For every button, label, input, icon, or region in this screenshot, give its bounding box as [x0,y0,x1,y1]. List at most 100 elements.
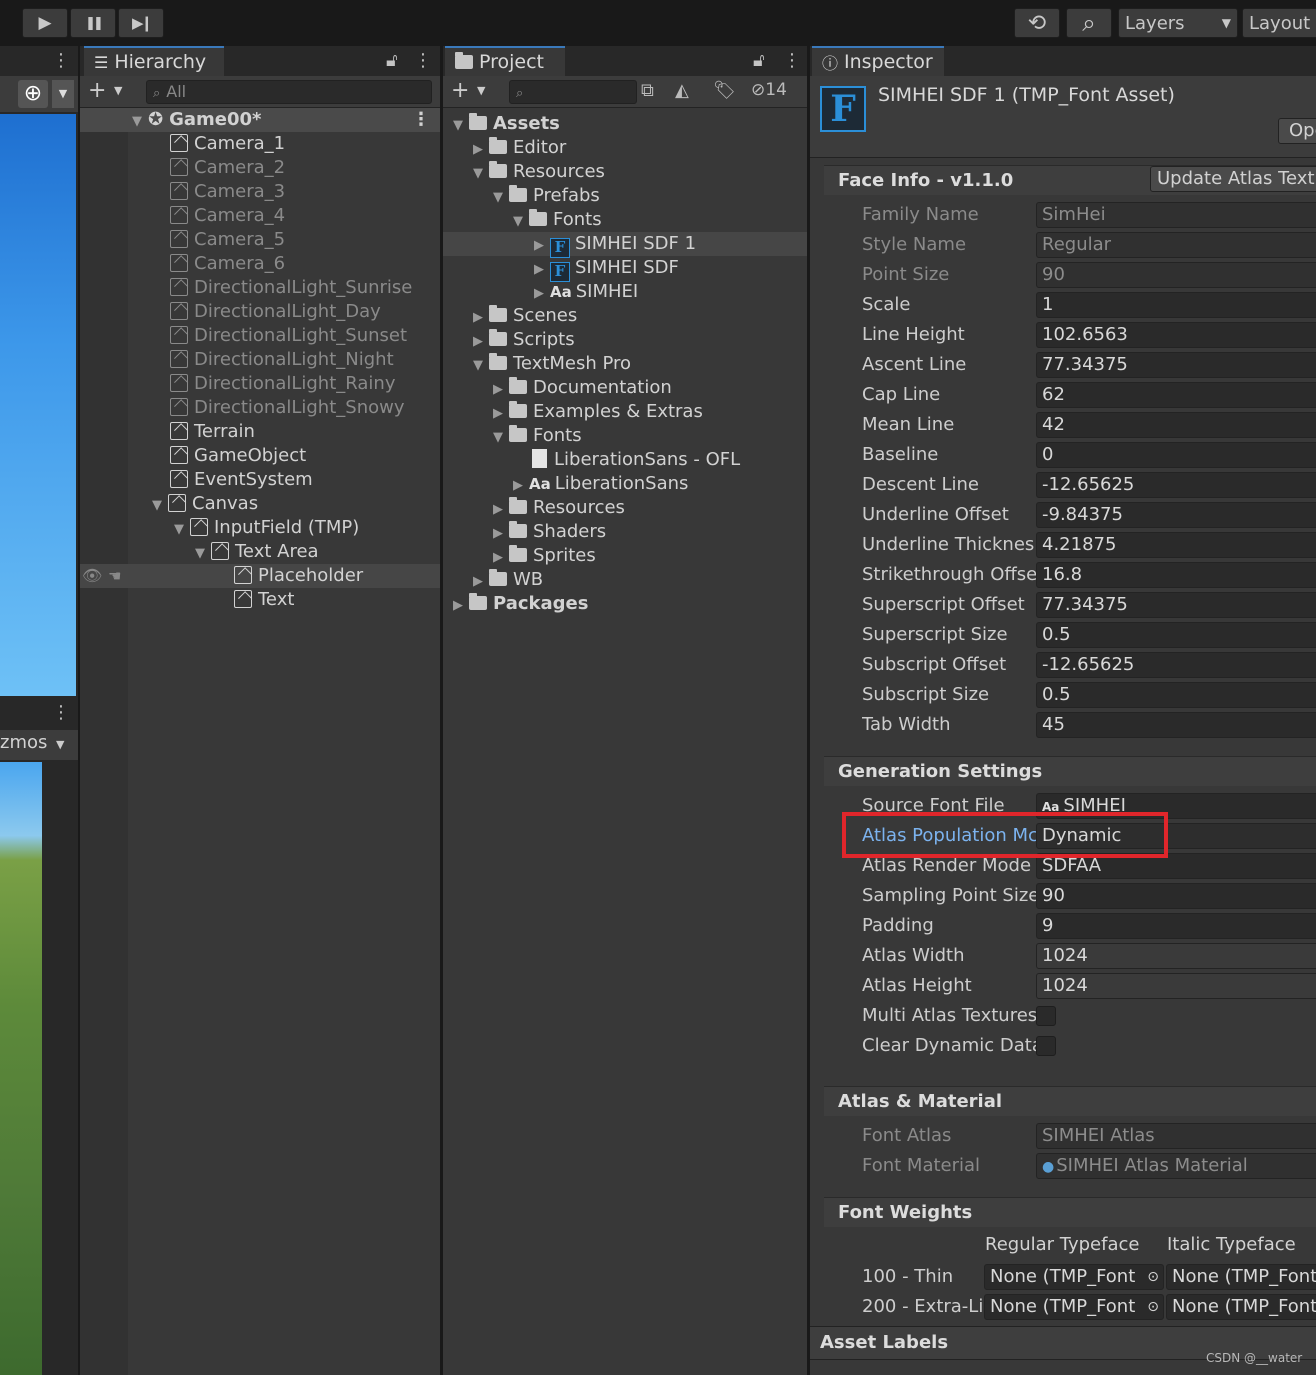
object-picker-icon[interactable]: ⊙ [1147,1295,1159,1319]
more-icon[interactable]: ⋮ [783,50,801,71]
filter-type-icon[interactable]: ◭ [675,80,689,101]
list-item[interactable]: ▼ Fonts [491,424,582,448]
chevron-down-icon[interactable]: ▼ [56,738,64,751]
layers-dropdown[interactable]: Layers ▼ [1118,8,1238,38]
list-item[interactable]: ▶ F SIMHEI SDF [532,256,679,282]
hidden-packages-button[interactable]: ⊘14 [751,80,787,100]
list-item[interactable]: ▼ Assets [451,112,560,136]
sampling-point-size-field[interactable]: 90 [1036,883,1316,909]
tab-hierarchy[interactable]: ☰ Hierarchy [84,46,224,76]
list-item[interactable]: ▶ Shaders [491,520,606,544]
regular-200-field[interactable]: None (TMP_Font ⊙ [984,1294,1164,1320]
gizmos-label[interactable]: zmos [0,732,47,753]
descent-line-field[interactable]: -12.65625 [1036,472,1316,498]
list-item[interactable]: ▶ Aa SIMHEI [532,280,638,304]
hierarchy-search-input[interactable]: ⌕ All [146,80,432,104]
list-item[interactable]: ▶ Scripts [471,328,575,352]
chevron-down-icon[interactable]: ▼ [114,84,122,97]
list-item[interactable]: 👁︎ ☚ Placeholder [80,564,440,588]
superscript-offset-field[interactable]: 77.34375 [1036,592,1316,618]
list-item[interactable]: Terrain [170,420,255,444]
multi-atlas-textures-checkbox[interactable] [1036,1006,1056,1026]
list-item[interactable]: DirectionalLight_Rainy [170,372,395,396]
ascent-line-field[interactable]: 77.34375 [1036,352,1316,378]
list-item[interactable]: Text [234,588,294,612]
add-icon[interactable]: + [88,78,106,103]
add-icon[interactable]: + [451,78,469,103]
open-button[interactable]: Ope [1278,118,1316,144]
game-viewport[interactable] [0,762,42,1375]
undo-history-button[interactable]: ⟲ [1014,8,1060,38]
list-item[interactable]: GameObject [170,444,306,468]
underline-thickness-field[interactable]: 4.21875 [1036,532,1316,558]
tab-project[interactable]: Project [445,46,565,76]
list-item[interactable]: ▼ Resources [471,160,605,184]
italic-100-field[interactable]: None (TMP_Font [1166,1264,1316,1290]
update-atlas-texture-button[interactable]: Update Atlas Textu [1150,166,1316,192]
padding-field[interactable]: 9 [1036,913,1316,939]
italic-200-field[interactable]: None (TMP_Font [1166,1294,1316,1320]
search-by-type-icon[interactable]: ⧉ [641,80,654,101]
list-item[interactable]: ▼ Canvas [150,492,258,516]
list-item[interactable]: Camera_5 [170,228,285,252]
chevron-down-icon[interactable]: ▼ [477,84,485,97]
list-item[interactable]: DirectionalLight_Sunset [170,324,407,348]
list-item[interactable]: ▶ Documentation [491,376,672,400]
list-item[interactable]: ▼ Text Area [193,540,319,564]
list-item[interactable]: ▶ Sprites [491,544,596,568]
eye-icon[interactable]: 👁︎ [82,564,102,588]
list-item[interactable]: ▼ TextMesh Pro [471,352,631,376]
list-item[interactable]: ▼ InputField (TMP) [172,516,359,540]
more-icon[interactable]: ⋮ [414,50,432,71]
step-button[interactable]: ▶❙ [118,8,164,38]
atlas-height-dropdown[interactable]: 1024 [1036,973,1316,999]
list-item[interactable]: ▶ Scenes [471,304,577,328]
more-icon[interactable]: ⋮ [52,702,70,723]
tab-inspector[interactable]: ⓘ Inspector [812,46,944,76]
list-item[interactable]: ▼ Fonts [511,208,602,232]
list-item[interactable]: Camera_2 [170,156,285,180]
subscript-offset-field[interactable]: -12.65625 [1036,652,1316,678]
list-item[interactable]: ▶ Packages [451,592,588,616]
atlas-material-header[interactable]: Atlas & Material [824,1086,1316,1116]
pause-button[interactable]: ❚❚ [70,8,116,38]
pick-icon[interactable]: ☚ [108,564,121,588]
label-tag-icon[interactable]: 🏷︎ [713,80,736,101]
list-item[interactable]: DirectionalLight_Night [170,348,394,372]
subscript-size-field[interactable]: 0.5 [1036,682,1316,708]
scene-root-row[interactable]: ▼ ✪ Game00* ⋮ [80,108,440,132]
more-icon[interactable]: ⋮ [52,50,70,71]
strikethrough-offset-field[interactable]: 16.8 [1036,562,1316,588]
list-item[interactable]: Camera_3 [170,180,285,204]
scene-viewport[interactable] [0,114,76,696]
more-icon[interactable]: ⋮ [412,108,430,132]
font-weights-header[interactable]: Font Weights [824,1197,1316,1227]
list-item[interactable]: Camera_1 [170,132,285,156]
list-item[interactable]: ▶ Resources [491,496,625,520]
list-item[interactable]: DirectionalLight_Sunrise [170,276,412,300]
line-height-field[interactable]: 102.6563 [1036,322,1316,348]
list-item[interactable]: ▶ Editor [471,136,566,160]
list-item[interactable]: DirectionalLight_Day [170,300,381,324]
layout-dropdown[interactable]: Layout [1242,8,1316,38]
object-picker-icon[interactable]: ⊙ [1147,1265,1159,1289]
list-item[interactable]: ▼ Prefabs [491,184,600,208]
list-item[interactable]: Camera_4 [170,204,285,228]
clear-dynamic-data-checkbox[interactable] [1036,1036,1056,1056]
search-button[interactable]: ⌕ [1066,8,1112,38]
global-gizmo-icon[interactable]: ⊕ [18,80,48,108]
list-item[interactable]: Camera_6 [170,252,285,276]
mean-line-field[interactable]: 42 [1036,412,1316,438]
list-item[interactable]: LiberationSans - OFL [532,448,740,472]
lock-icon[interactable]: 🔓︎ [386,50,398,71]
scale-field[interactable]: 1 [1036,292,1316,318]
regular-100-field[interactable]: None (TMP_Font ⊙ [984,1264,1164,1290]
cap-line-field[interactable]: 62 [1036,382,1316,408]
generation-settings-header[interactable]: Generation Settings [824,756,1316,786]
list-item[interactable]: ▶ WB [471,568,543,592]
list-item[interactable]: DirectionalLight_Snowy [170,396,405,420]
list-item[interactable]: ▶ Examples & Extras [491,400,703,424]
project-search-input[interactable]: ⌕ [509,80,637,104]
tab-width-field[interactable]: 45 [1036,712,1316,738]
underline-offset-field[interactable]: -9.84375 [1036,502,1316,528]
